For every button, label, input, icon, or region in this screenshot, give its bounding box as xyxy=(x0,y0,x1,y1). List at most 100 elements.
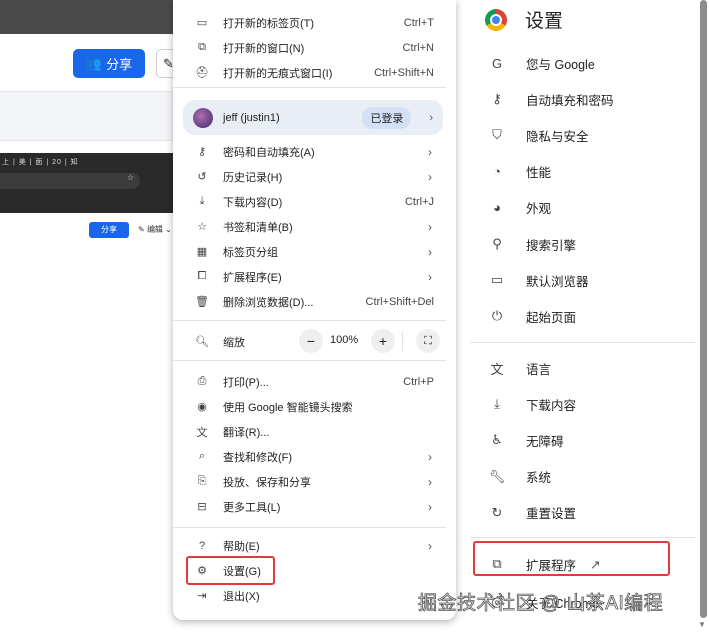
menu-item[interactable]: ⚷ 密码和自动填充(A) › xyxy=(173,139,456,164)
settings-item-label: 重置设置 xyxy=(526,507,577,522)
share-label: 分享 xyxy=(106,57,133,72)
gear-icon: ⚙ xyxy=(197,565,207,577)
cast-icon: ⎘ xyxy=(197,475,207,487)
menu-item[interactable]: ⊟ 更多工具(L) › xyxy=(173,494,456,519)
settings-item-label: 无障碍 xyxy=(526,434,564,449)
star-icon: ☆ xyxy=(197,221,207,233)
incognito-icon: ⛑ xyxy=(195,67,209,79)
menu-item[interactable]: ⚙ 设置(G) xyxy=(173,558,456,583)
share-button[interactable]: 👥 分享 xyxy=(73,49,145,78)
zoom-value: 100% xyxy=(330,334,359,346)
menu-item-label: 书签和清单(B) xyxy=(223,221,293,234)
avatar xyxy=(193,107,213,128)
settings-item[interactable]: ⛉ 隐私与安全 xyxy=(470,120,700,150)
embedded-screenshot: 上 | 美 | 面 | 20 | 知 ☆ xyxy=(0,153,180,213)
menu-item-label: 打开新的窗口(N) xyxy=(223,42,305,55)
zoom-icon: 🔍︎ xyxy=(195,336,209,348)
menu-item[interactable]: ◉ 使用 Google 智能镜头搜索 xyxy=(173,394,456,419)
divider xyxy=(173,320,446,321)
profile-item[interactable]: jeff (justin1) 已登录 › xyxy=(183,100,443,135)
menu-item-label: 删除浏览数据(D)... xyxy=(223,296,314,309)
address-bar: ☆ xyxy=(0,173,140,189)
shortcut: Ctrl+J xyxy=(404,195,434,208)
chevron-right-icon: › xyxy=(428,499,432,514)
trash-icon: 🗑︎ xyxy=(195,296,209,308)
reset-icon: ↻ xyxy=(491,504,503,520)
menu-item[interactable]: ⎘ 投放、保存和分享 › xyxy=(173,469,456,494)
menu-item[interactable]: ⛑ 打开新的无痕式窗口(I) Ctrl+Shift+N xyxy=(173,60,456,85)
divider xyxy=(173,527,446,528)
share-button-small: 分享 xyxy=(89,222,129,238)
new-tab-icon: ▭ xyxy=(196,17,208,29)
divider xyxy=(173,87,446,88)
menu-item[interactable]: ? 帮助(E) › xyxy=(173,533,456,558)
settings-item[interactable]: G 您与 Google xyxy=(470,48,700,78)
scrollbar[interactable] xyxy=(700,0,707,618)
menu-item[interactable]: 🗑︎ 删除浏览数据(D)... Ctrl+Shift+Del xyxy=(173,289,456,314)
menu-item-label: 更多工具(L) xyxy=(223,501,281,514)
settings-item[interactable]: ⏻ 起始页面 xyxy=(470,301,700,331)
menu-item-label: 扩展程序(E) xyxy=(223,271,282,284)
scroll-down-arrow[interactable]: ▼ xyxy=(698,620,706,629)
fullscreen-button[interactable]: ⛶ xyxy=(416,329,440,353)
browser-icon: ▭ xyxy=(490,272,504,288)
profile-name: jeff (justin1) xyxy=(223,111,280,124)
google-lens-icon: ◉ xyxy=(197,401,207,413)
settings-item[interactable]: 🔧︎ 系统 xyxy=(470,462,700,492)
settings-item-label: 默认浏览器 xyxy=(526,274,589,289)
settings-item-label: 自动填充和密码 xyxy=(526,93,614,108)
settings-item-label: 外观 xyxy=(526,202,552,217)
settings-item[interactable]: ⚷ 自动填充和密码 xyxy=(470,84,700,114)
browser-topbar xyxy=(0,0,180,34)
extension-icon: ⧠ xyxy=(197,270,207,282)
menu-item[interactable]: ☆ 书签和清单(B) › xyxy=(173,214,456,239)
settings-item[interactable]: ↻ 重置设置 xyxy=(470,498,700,528)
shortcut: Ctrl+N xyxy=(402,41,434,54)
menu-item[interactable]: ⤓ 下载内容(D) Ctrl+J xyxy=(173,189,456,214)
menu-item[interactable]: ⌕ 查找和修改(F) › xyxy=(173,444,456,469)
menu-item-label: 历史记录(H) xyxy=(223,171,283,184)
settings-item[interactable]: 文 语言 xyxy=(470,353,700,383)
power-icon: ⏻ xyxy=(491,308,503,324)
people-icon: 👥 xyxy=(85,55,103,71)
settings-item[interactable]: ▭ 默认浏览器 xyxy=(470,265,700,295)
chevron-right-icon: › xyxy=(428,269,432,284)
settings-item[interactable]: ♿︎ 无障碍 xyxy=(470,425,700,455)
divider xyxy=(470,537,695,538)
signed-in-badge: 已登录 xyxy=(362,106,412,129)
settings-item-label: 下载内容 xyxy=(526,398,577,413)
settings-title: 设置 xyxy=(525,11,564,32)
chrome-logo-icon xyxy=(485,8,507,31)
settings-item-label: 性能 xyxy=(526,166,552,181)
menu-item[interactable]: ⧠ 扩展程序(E) › xyxy=(173,264,456,289)
background-page: 👥 分享 ✎ 上 | 美 | 面 | 20 | 知 ☆ 分享 ✎ 编辑 ⌄ xyxy=(0,0,186,633)
find-icon: ⌕ xyxy=(198,450,206,462)
print-icon: ⎙ xyxy=(197,375,207,387)
menu-item[interactable]: ⎙ 打印(P)... Ctrl+P xyxy=(173,369,456,394)
menu-item[interactable]: 文 翻译(R)... xyxy=(173,419,456,444)
settings-item-label: 隐私与安全 xyxy=(526,129,589,144)
chevron-right-icon: › xyxy=(428,169,432,184)
tab-strip: 上 | 美 | 面 | 20 | 知 xyxy=(2,159,79,166)
accessibility-icon: ♿︎ xyxy=(491,432,503,448)
key-icon: ⚷ xyxy=(492,91,502,107)
settings-item[interactable]: ⤓ 下载内容 xyxy=(470,389,700,419)
menu-item[interactable]: ▦ 标签页分组 › xyxy=(173,239,456,264)
settings-item[interactable]: ◔ 性能 xyxy=(470,157,700,187)
settings-item[interactable]: ⚲ 搜索引擎 xyxy=(470,229,700,259)
menu-item[interactable]: ↺ 历史记录(H) › xyxy=(173,164,456,189)
settings-item[interactable]: ◕ 外观 xyxy=(470,193,700,223)
menu-item[interactable]: ⧉ 打开新的窗口(N) Ctrl+N xyxy=(173,35,456,60)
menu-item-label: 查找和修改(F) xyxy=(223,451,293,464)
menu-item[interactable]: ▭ 打开新的标签页(T) Ctrl+T xyxy=(173,10,456,35)
shortcut: Ctrl+T xyxy=(403,16,434,29)
zoom-in-button[interactable]: + xyxy=(371,329,395,353)
zoom-out-button[interactable]: − xyxy=(299,329,323,353)
translate-icon: 文 xyxy=(196,426,208,439)
menu-item[interactable]: ⇥ 退出(X) xyxy=(173,583,456,608)
settings-item-label: 语言 xyxy=(526,362,552,377)
menu-item-label: 下载内容(D) xyxy=(223,196,283,209)
search-icon: ⚲ xyxy=(492,236,502,251)
chevron-right-icon: › xyxy=(428,219,432,234)
chevron-right-icon: › xyxy=(428,449,432,464)
